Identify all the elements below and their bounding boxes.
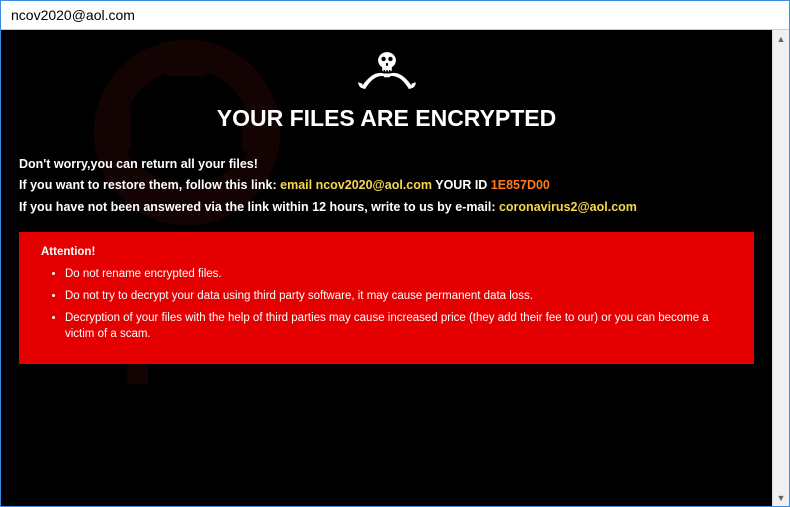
attention-box: Attention! Do not rename encrypted files… [19,232,754,364]
msg2-email-label: email [280,178,315,192]
message-line-3: If you have not been answered via the li… [19,197,754,218]
attention-title: Attention! [41,246,732,258]
message-line-1: Don't worry,you can return all your file… [19,154,754,175]
msg3-prefix: If you have not been answered via the li… [19,200,499,214]
primary-email: ncov2020@aol.com [316,178,432,192]
inner-content: YOUR FILES ARE ENCRYPTED Don't worry,you… [1,30,772,364]
msg2-prefix: If you want to restore them, follow this… [19,178,280,192]
window-titlebar[interactable]: ncov2020@aol.com [1,1,789,30]
window-title: ncov2020@aol.com [11,7,135,23]
scroll-up-arrow-icon[interactable]: ▲ [773,30,789,47]
message-line-2: If you want to restore them, follow this… [19,175,754,196]
msg2-idlabel: YOUR ID [432,178,491,192]
message-block: Don't worry,you can return all your file… [19,154,754,218]
vertical-scrollbar[interactable]: ▲ ▼ [772,30,789,506]
main-heading: YOUR FILES ARE ENCRYPTED [19,105,754,132]
attention-item: Do not rename encrypted files. [65,266,732,282]
attention-item: Do not try to decrypt your data using th… [65,288,732,304]
attention-item: Decryption of your files with the help o… [65,310,732,342]
content-wrap: pcrisk.com [1,30,789,506]
skull-icon [19,48,754,101]
window-frame: ncov2020@aol.com pcrisk.com [0,0,790,507]
content-area: pcrisk.com [1,30,772,506]
secondary-email: coronavirus2@aol.com [499,200,637,214]
attention-list: Do not rename encrypted files. Do not tr… [41,266,732,342]
your-id-value: 1E857D00 [491,178,550,192]
scroll-down-arrow-icon[interactable]: ▼ [773,489,789,506]
